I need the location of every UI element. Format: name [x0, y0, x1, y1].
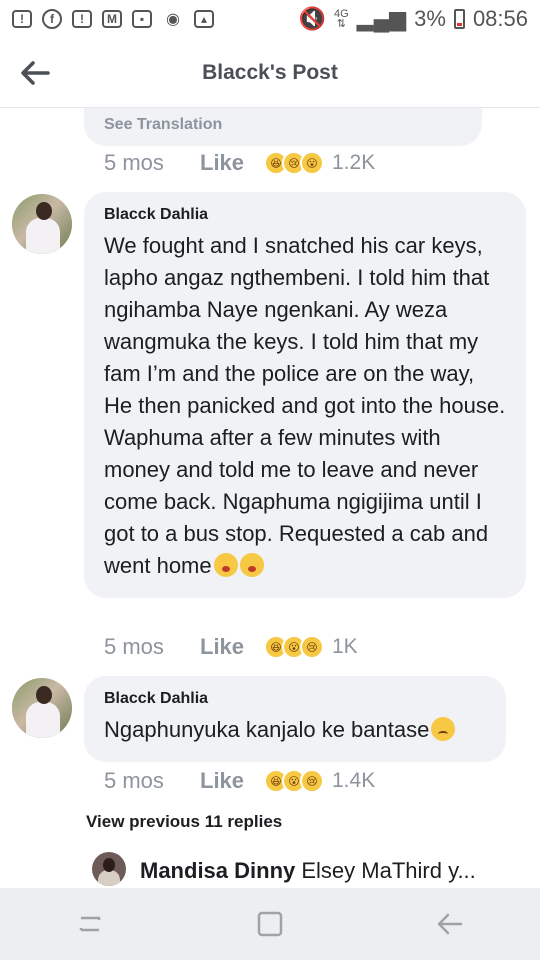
reactions[interactable]: 😆 😢 😮	[264, 151, 324, 175]
view-previous-replies-link[interactable]: View previous 11 replies	[86, 812, 282, 832]
like-button[interactable]: Like	[200, 634, 262, 660]
clock: 08:56	[472, 6, 528, 31]
comment-time: 5 mos	[104, 150, 164, 175]
comment-meta: 5 mos Like 😆 😮 😢 1.4K	[104, 768, 375, 794]
recents-icon	[79, 916, 101, 932]
comment-text: Ngaphunyuka kanjalo ke bantase	[104, 714, 486, 746]
see-translation-link[interactable]: See Translation	[104, 116, 222, 134]
reaction-count[interactable]: 1.4K	[332, 769, 375, 793]
post-header: Blacck's Post	[0, 38, 540, 108]
home-icon	[257, 911, 283, 937]
eye-icon: ◉	[166, 11, 180, 28]
alert-icon: !	[72, 10, 92, 28]
avatar[interactable]	[12, 194, 72, 254]
back-nav-button[interactable]	[430, 904, 470, 944]
comment-time: 5 mos	[104, 768, 164, 793]
mute-icon: 🔇	[298, 6, 327, 31]
reply-preview[interactable]: Mandisa Dinny Elsey MaThird y...	[140, 858, 500, 884]
mail-icon: M	[102, 10, 122, 28]
signal-icon: ▂▄▆	[356, 6, 407, 31]
comment-author[interactable]: Blacck Dahlia	[104, 206, 506, 224]
reaction-count[interactable]: 1K	[332, 635, 358, 659]
avatar[interactable]	[92, 852, 126, 886]
battery-icon	[453, 9, 465, 29]
reactions[interactable]: 😆 😮 😢	[264, 635, 324, 659]
reply-text: Elsey MaThird y...	[301, 858, 476, 883]
reply-author[interactable]: Mandisa Dinny	[140, 858, 295, 883]
comment-time: 5 mos	[104, 634, 164, 659]
gallery-icon: ▴	[194, 10, 214, 28]
recents-button[interactable]	[70, 904, 110, 944]
crying-emoji-icon	[213, 553, 238, 577]
like-button[interactable]: Like	[200, 150, 262, 176]
alert-icon: !	[12, 10, 32, 28]
comment-meta: 5 mos Like 😆 😮 😢 1K	[104, 634, 358, 660]
comment-author[interactable]: Blacck Dahlia	[104, 690, 486, 708]
reactions[interactable]: 😆 😮 😢	[264, 769, 324, 793]
avatar[interactable]	[12, 678, 72, 738]
back-nav-icon	[437, 913, 463, 935]
comments-list: See Translation 5 mos Like 😆 😢 😮 1.2K Bl…	[0, 108, 540, 888]
notification-icons: ! f ! M ▪ ◉ ▴	[12, 8, 214, 30]
facebook-icon: f	[42, 9, 62, 29]
comment-meta: 5 mos Like 😆 😢 😮 1.2K	[104, 150, 375, 176]
page-title: Blacck's Post	[202, 60, 338, 84]
comment-bubble: See Translation	[84, 108, 482, 146]
comment-bubble[interactable]: Blacck Dahlia We fought and I snatched h…	[84, 192, 526, 598]
image-icon: ▪	[132, 10, 152, 28]
reaction-count[interactable]: 1.2K	[332, 151, 375, 175]
sad-emoji-icon	[431, 717, 456, 741]
home-button[interactable]	[250, 904, 290, 944]
sad-icon: 😢	[300, 769, 324, 793]
system-nav-bar	[0, 888, 540, 960]
status-bar: ! f ! M ▪ ◉ ▴ 🔇 4G ⇅ ▂▄▆ 3% 08:56	[0, 0, 540, 38]
like-button[interactable]: Like	[200, 768, 262, 794]
wow-icon: 😮	[300, 151, 324, 175]
back-arrow-icon	[21, 61, 50, 85]
crying-emoji-icon	[239, 553, 264, 577]
comment-text: We fought and I snatched his car keys, l…	[104, 233, 506, 578]
sad-icon: 😢	[300, 635, 324, 659]
battery-percent: 3%	[414, 6, 446, 31]
network-indicator: 4G ⇅	[334, 8, 349, 30]
back-button[interactable]	[18, 58, 52, 88]
comment-bubble[interactable]: Blacck Dahlia Ngaphunyuka kanjalo ke ban…	[84, 676, 506, 762]
